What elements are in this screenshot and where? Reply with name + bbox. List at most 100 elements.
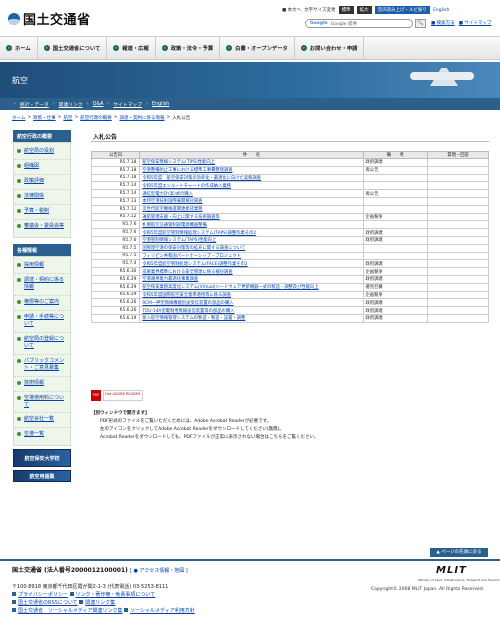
cell-date: R5.7.6: [90, 220, 141, 230]
tender-link[interactable]: 令和5年度航空管制情報処理システム(TAPS)調整作業その2: [142, 231, 256, 236]
skip-to-content-link[interactable]: ■ 本文へ: [282, 7, 301, 13]
square-bullet-icon: [12, 600, 16, 604]
nav-home[interactable]: › ホーム: [0, 37, 38, 59]
subnav-stats[interactable]: 統計・データ: [20, 101, 49, 108]
cell-date: R5.6.26: [90, 298, 141, 308]
search-button[interactable]: 🔍: [415, 19, 426, 28]
tender-link[interactable]: 航空保安業務高度化システム(Virtual)ハードウェア更新機器一式の製造・調整…: [142, 285, 318, 290]
sidebar-item[interactable]: 権限等のご案内: [14, 296, 70, 311]
sidebar-item[interactable]: 航空局の登録について: [14, 333, 70, 355]
tender-link[interactable]: 次世代航空機推進関連委託業務: [142, 207, 202, 212]
nav-whitepaper[interactable]: › 白書・オープンデータ: [220, 37, 295, 59]
note-line: PDF形式のファイルをご覧いただくためには、Adobe Acrobat Read…: [100, 419, 272, 424]
tender-link[interactable]: TDU-14A型電制用無線送信装置等の部品の購入: [142, 309, 234, 314]
social-links[interactable]: 国土交通省 ソーシャルメディア関連リンク集: [18, 608, 123, 614]
sidebar-item[interactable]: 審議会・委員会等: [14, 220, 70, 235]
page-top-button[interactable]: ▲ ページの先頭に戻る: [430, 548, 488, 557]
breadcrumb-home[interactable]: ホーム: [12, 115, 25, 121]
cell-title: 空港管制情報システム(TAPS)性能向上: [139, 235, 364, 245]
sidebar-item[interactable]: パブリックコメント・ご意見募集: [14, 355, 70, 377]
search-help-link[interactable]: ■ 検索方法: [431, 20, 455, 26]
sitemap-link[interactable]: ■ サイトマップ: [459, 20, 492, 26]
tender-link[interactable]: 空港管制情報システム(TAPS)性能向上: [142, 238, 216, 243]
site-logo[interactable]: 国土交通省: [8, 9, 91, 28]
tender-link[interactable]: 成果業界標準における安全管理に係る検討調査: [142, 270, 232, 275]
copyright-link[interactable]: リンク・著作権・免責事項について: [76, 592, 156, 598]
sidebar-item[interactable]: 申請・手続等について: [14, 311, 70, 333]
rss-link[interactable]: 国土交通省のRSSについて: [18, 600, 78, 606]
read-aloud-button[interactable]: 音声読み上げ・ルビ振り: [374, 6, 431, 14]
sidebar-item[interactable]: 調達・契約に係る情報: [14, 274, 70, 296]
sidebar-item-label: 航空局の登録について: [24, 336, 65, 349]
search-input[interactable]: Google Google 提供: [305, 19, 413, 28]
table-row: R5.6.30 成果業界標準における安全管理に係る検討調査 企画競争: [90, 267, 489, 276]
sidebar-item-label: 空港使用料について: [24, 395, 65, 408]
sidebar-item[interactable]: 予算・税制: [14, 205, 70, 220]
aviation-safety-college-banner[interactable]: 航空保安大学校: [13, 449, 71, 467]
tender-link[interactable]: 本邦空港技術国際展開検討調査: [142, 199, 202, 204]
aviation-glossary-banner[interactable]: 航空用語集: [13, 470, 71, 482]
subnav-sitemap[interactable]: サイトマップ: [113, 101, 142, 108]
section-subnav: › 統計・データ › 関連リンク › Q&A › サイトマップ › English: [0, 98, 500, 110]
tender-link[interactable]: 令和5年度 航空保安対策の効率化・最適化に向けた実態調査: [142, 176, 261, 181]
tender-link[interactable]: 通信型電力計(高)式の購入: [142, 192, 193, 197]
adobe-reader-badge[interactable]: PDF Get ADOBE READER: [91, 390, 143, 401]
cell-title: RCM一押型無線機能別送受信装置の部品の購入: [139, 298, 364, 308]
cell-note: 企画競争: [362, 290, 429, 300]
sidebar-item[interactable]: 政策評価: [14, 175, 70, 190]
cell-date: R5.7.4: [90, 259, 141, 269]
sidebar-item[interactable]: 航空局の役割: [14, 145, 70, 160]
tender-link[interactable]: 令和5年度エンルートチャートの作成納入業務: [142, 184, 231, 189]
social-policy-link[interactable]: ソーシャルメディア利用方針: [130, 608, 195, 614]
subnav-qa[interactable]: Q&A: [93, 102, 104, 107]
note-line: 左のアイコンをクリックしてAdobe Acrobat Readerをダウンロード…: [100, 427, 284, 432]
cell-note: [362, 243, 429, 253]
subnav-links[interactable]: 関連リンク: [59, 101, 83, 108]
sidebar-item-label: 予算・税制: [24, 208, 50, 214]
english-link[interactable]: English: [433, 8, 449, 13]
sidebar-item[interactable]: 組織図: [14, 160, 70, 175]
google-label: Google: [310, 21, 328, 26]
tender-link[interactable]: RCM一押型無線機能別送受信装置の部品の購入: [142, 301, 233, 306]
tender-link[interactable]: フィリピン共和国パートナーシップ・プロジェクト: [142, 254, 241, 259]
table-row: R5.6.29 令和5年度国際航空安全基準適用等に係る調査 企画競争: [90, 290, 489, 300]
breadcrumb: ホーム > 政策・仕事 > 航空 > 航空行政の概要 > 調達・契約に係る情報 > 入札公…: [12, 115, 190, 121]
tender-link[interactable]: 新入航空情報管理システムの製造・製造・設置・調整: [142, 316, 245, 321]
cell-note: 企画競争: [362, 212, 429, 222]
tender-link[interactable]: 運航管理支援・向上に関する技術調査等: [142, 215, 219, 220]
tender-link[interactable]: 空港整備防止工事における標準工事費整理調査: [142, 168, 232, 173]
sidebar-item[interactable]: 法律関係: [14, 190, 70, 205]
subnav-english[interactable]: English: [152, 102, 169, 107]
nav-press[interactable]: › 報道・広報: [107, 37, 156, 59]
nav-label: お問い合わせ・申請: [309, 46, 358, 52]
sidebar-item[interactable]: 空港一覧: [14, 428, 70, 443]
breadcrumb-procurement[interactable]: 調達・契約に係る情報: [120, 115, 165, 121]
nav-policy[interactable]: › 政策・法令・予算: [156, 37, 221, 59]
access-link[interactable]: [ ● アクセス情報・地図 ]: [130, 568, 188, 574]
tender-link[interactable]: 航空保安無線システム(TIPS)性能向上: [142, 160, 215, 165]
breadcrumb-aviation[interactable]: 航空: [63, 115, 72, 121]
font-large-button[interactable]: 拡大: [356, 6, 372, 14]
nav-contact[interactable]: › お問い合わせ・申請: [295, 37, 365, 59]
note-line: Acrobat Readerをダウンロードしても、PDFファイルが正常に表示され…: [100, 435, 319, 440]
nav-label: 報道・広報: [122, 46, 149, 52]
table-header-row: 公告日 件 名 備 考 質問・回答: [90, 151, 489, 159]
cell-note: 企画競争: [362, 267, 429, 276]
tender-link[interactable]: 令和5年度国際航空安全基準適用等に係る調査: [142, 293, 231, 298]
nav-about[interactable]: › 国土交通省について: [38, 37, 108, 59]
breadcrumb-overview[interactable]: 航空行政の概要: [80, 115, 112, 121]
cell-qa: [427, 243, 489, 253]
tender-link[interactable]: 空港運用能力最適化事業調査: [142, 277, 198, 282]
tender-link[interactable]: 令和5年度航空管制処理システム(FACE)調整作業その2: [142, 262, 247, 267]
privacy-link[interactable]: プライバシーポリシー: [18, 592, 68, 598]
bullet-icon: [17, 149, 21, 153]
font-standard-button[interactable]: 標準: [338, 6, 354, 14]
sidebar-item[interactable]: 採用情報: [14, 259, 70, 274]
related-links[interactable]: 関連リンク集: [85, 600, 115, 606]
tender-link[interactable]: 国管理空港の保安対策等の拡充に関する調査について: [142, 246, 245, 251]
sidebar-item[interactable]: 空港使用料について: [14, 392, 70, 413]
tender-link[interactable]: 札幌航空交通管制部電源機器整備: [142, 223, 206, 228]
breadcrumb-policy[interactable]: 政策・仕事: [33, 115, 56, 121]
sidebar-item[interactable]: 技術情報: [14, 377, 70, 392]
sidebar-item[interactable]: 航空会社一覧: [14, 413, 70, 428]
